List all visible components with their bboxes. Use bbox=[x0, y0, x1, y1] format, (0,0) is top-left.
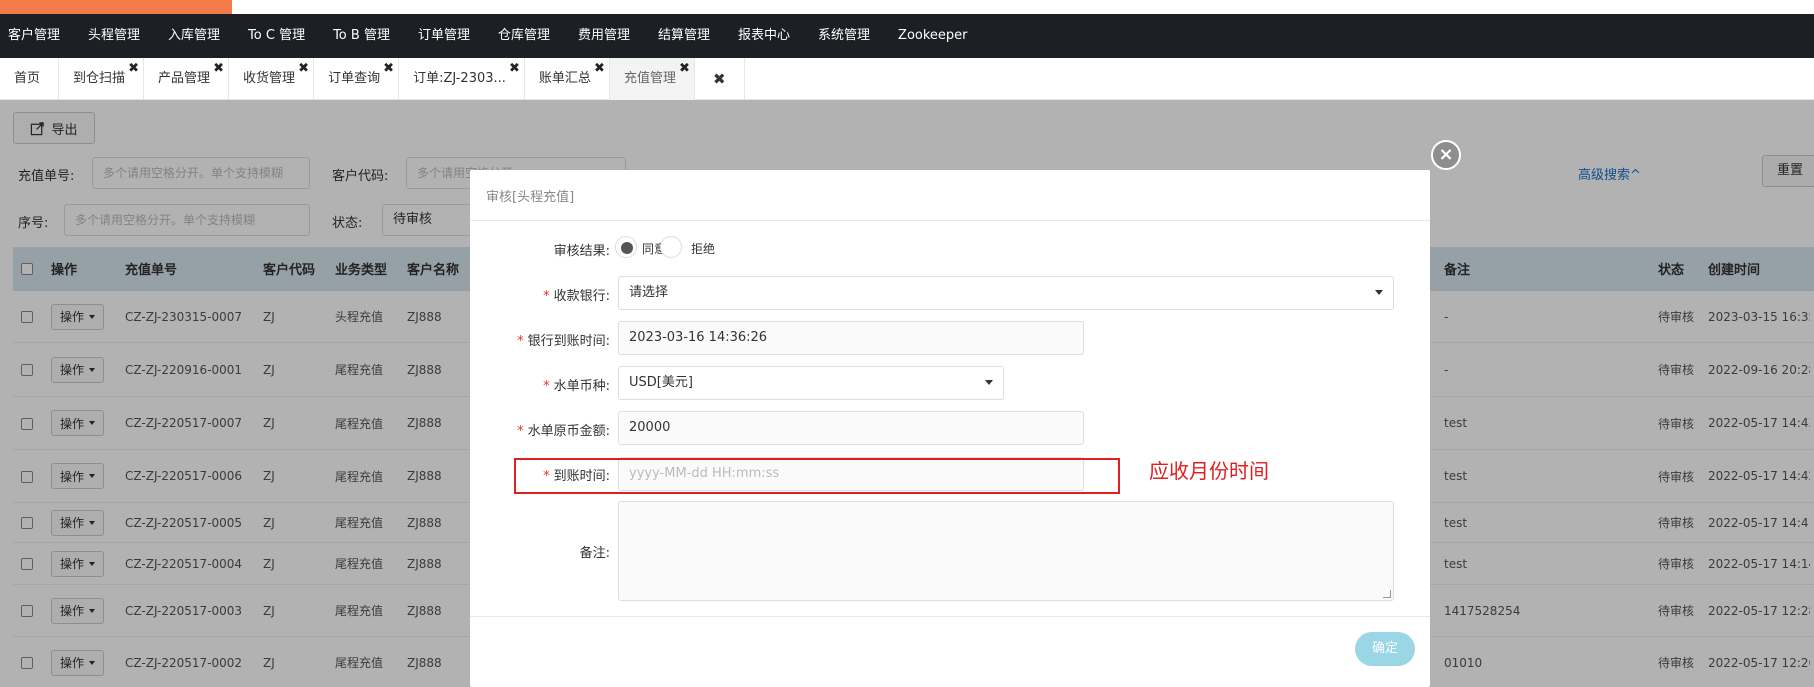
currency-select[interactable]: USD[美元] bbox=[618, 366, 1004, 400]
nav-item-zookeeper[interactable]: Zookeeper bbox=[884, 14, 981, 58]
bank-select-value: 请选择 bbox=[629, 285, 669, 300]
bank-arrival-time-label: * 银行到账时间: bbox=[470, 330, 610, 349]
annotation-text: 应收月份时间 bbox=[1149, 459, 1269, 483]
close-icon[interactable]: ✖ bbox=[383, 62, 394, 76]
close-icon[interactable]: ✖ bbox=[679, 62, 690, 76]
nav-item-orders[interactable]: 订单管理 bbox=[404, 14, 484, 58]
amount-input[interactable]: 20000 bbox=[618, 411, 1084, 445]
chevron-down-icon bbox=[985, 380, 993, 385]
tab-products[interactable]: 产品管理 ✖ bbox=[144, 58, 230, 100]
nav-item-fees[interactable]: 费用管理 bbox=[564, 14, 644, 58]
tab-label: 产品管理 bbox=[158, 71, 211, 86]
nav-item-inbound[interactable]: 入库管理 bbox=[154, 14, 234, 58]
required-mark: * bbox=[517, 424, 524, 439]
required-mark: * bbox=[543, 379, 550, 394]
bank-label-text: 收款银行: bbox=[553, 289, 610, 304]
tab-order-detail[interactable]: 订单:ZJ-2303... ✖ bbox=[399, 58, 525, 100]
tab-label: 订单查询 bbox=[328, 71, 381, 86]
tab-label: 充值管理 bbox=[623, 71, 676, 86]
modal-close-icon[interactable]: × bbox=[1431, 140, 1461, 170]
close-all-tabs-icon[interactable]: ✖ bbox=[695, 58, 745, 100]
brand-logo-block bbox=[0, 0, 232, 14]
bank-select[interactable]: 请选择 bbox=[618, 276, 1394, 310]
tab-recharge[interactable]: 充值管理 ✖ bbox=[609, 58, 695, 100]
required-mark: * bbox=[543, 289, 550, 304]
modal-footer-divider bbox=[470, 616, 1430, 617]
tab-label: 账单汇总 bbox=[538, 71, 591, 86]
nav-item-system[interactable]: 系统管理 bbox=[804, 14, 884, 58]
tab-label: 订单:ZJ-2303... bbox=[413, 71, 506, 86]
agree-radio[interactable] bbox=[615, 236, 637, 258]
tab-arrival-scan[interactable]: 到仓扫描 ✖ bbox=[59, 58, 145, 100]
nav-item-reports[interactable]: 报表中心 bbox=[724, 14, 804, 58]
nav-item-first-leg[interactable]: 头程管理 bbox=[74, 14, 154, 58]
audit-modal: 审核[头程充值] 审核结果: 同意 拒绝 * 收款银行: 请选择 * 银行到账时间:… bbox=[470, 170, 1430, 687]
nav-item-to-b[interactable]: To B 管理 bbox=[319, 14, 404, 58]
amount-label-text: 水单原币金额: bbox=[527, 424, 610, 439]
resize-grip-icon[interactable] bbox=[1383, 590, 1391, 598]
modal-divider bbox=[470, 220, 1430, 221]
top-navigation: 客户管理 头程管理 入库管理 To C 管理 To B 管理 订单管理 仓库管理… bbox=[0, 14, 1814, 58]
nav-item-customer[interactable]: 客户管理 bbox=[0, 14, 74, 58]
close-icon[interactable]: ✖ bbox=[128, 62, 139, 76]
reject-radio[interactable] bbox=[660, 236, 682, 258]
tab-bar: 首页 到仓扫描 ✖ 产品管理 ✖ 收货管理 ✖ 订单查询 ✖ 订单:ZJ-2303...… bbox=[0, 58, 1814, 100]
confirm-button[interactable]: 确定 bbox=[1355, 632, 1415, 666]
required-mark: * bbox=[517, 334, 524, 349]
tab-bill-summary[interactable]: 账单汇总 ✖ bbox=[525, 58, 610, 100]
close-icon[interactable]: ✖ bbox=[298, 62, 309, 76]
bank-arrival-time-input[interactable]: 2023-03-16 14:36:26 bbox=[618, 321, 1084, 355]
bank-label: * 收款银行: bbox=[470, 285, 610, 304]
chevron-down-icon bbox=[1375, 290, 1383, 295]
remark-textarea[interactable] bbox=[618, 501, 1394, 601]
modal-title: 审核[头程充值] bbox=[486, 190, 575, 205]
nav-item-warehouse[interactable]: 仓库管理 bbox=[484, 14, 564, 58]
tab-label: 收货管理 bbox=[243, 71, 296, 86]
close-icon[interactable]: ✖ bbox=[594, 62, 605, 76]
nav-item-to-c[interactable]: To C 管理 bbox=[234, 14, 319, 58]
close-icon[interactable]: ✖ bbox=[213, 62, 224, 76]
tab-home[interactable]: 首页 bbox=[0, 58, 60, 100]
bank-arrival-time-label-text: 银行到账时间: bbox=[527, 334, 610, 349]
brand-strip bbox=[0, 0, 1814, 14]
close-icon[interactable]: ✖ bbox=[509, 62, 520, 76]
tab-label: 到仓扫描 bbox=[73, 71, 126, 86]
currency-select-value: USD[美元] bbox=[629, 375, 693, 390]
tab-receiving[interactable]: 收货管理 ✖ bbox=[229, 58, 315, 100]
currency-label-text: 水单币种: bbox=[553, 379, 610, 394]
annotation-highlight-box bbox=[514, 458, 1120, 494]
tab-label: 首页 bbox=[14, 71, 41, 86]
amount-label: * 水单原币金额: bbox=[470, 420, 610, 439]
reject-label[interactable]: 拒绝 bbox=[691, 240, 715, 257]
nav-item-settlement[interactable]: 结算管理 bbox=[644, 14, 724, 58]
tab-order-query[interactable]: 订单查询 ✖ bbox=[314, 58, 400, 100]
remark-label: 备注: bbox=[579, 546, 610, 561]
currency-label: * 水单币种: bbox=[470, 375, 610, 394]
audit-result-label: 审核结果: bbox=[553, 244, 610, 259]
